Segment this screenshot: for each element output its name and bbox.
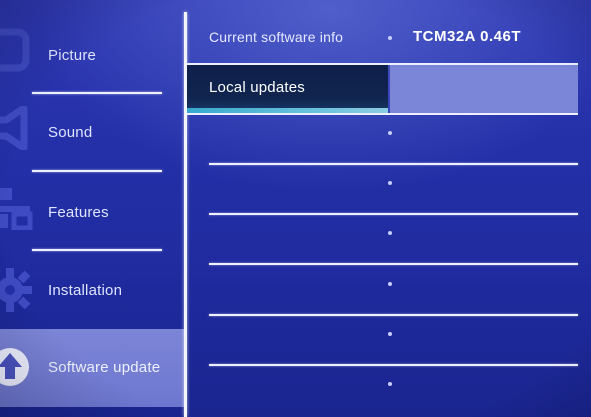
sidebar: Picture Sound Features Installation Soft… — [0, 0, 184, 417]
sidebar-item-label: Installation — [48, 282, 123, 299]
local-updates-value-box — [390, 65, 578, 113]
sidebar-item-installation[interactable]: Installation — [0, 252, 184, 330]
list-item[interactable] — [209, 115, 578, 165]
list-item[interactable] — [209, 366, 578, 406]
sidebar-item-sound[interactable]: Sound — [0, 92, 184, 172]
list-item[interactable] — [209, 165, 578, 215]
sidebar-item-software-update[interactable]: Software update — [0, 329, 184, 407]
gear-icon — [0, 268, 32, 312]
bullet-dot-icon — [388, 382, 392, 386]
features-icon — [0, 188, 33, 230]
sidebar-item-features[interactable]: Features — [0, 172, 184, 251]
bullet-dot-icon — [388, 131, 392, 135]
bullet-dot-icon — [388, 332, 392, 336]
sidebar-item-label: Sound — [48, 124, 93, 141]
local-updates-highlight: Local updates — [187, 65, 388, 113]
sidebar-item-picture[interactable]: Picture — [0, 10, 184, 94]
local-updates-label: Local updates — [209, 79, 306, 96]
local-updates-row[interactable]: Local updates — [187, 65, 578, 113]
tv-menu-screen: Picture Sound Features Installation Soft… — [0, 0, 591, 417]
current-software-version: TCM32A 0.46T — [413, 28, 521, 45]
speaker-icon — [0, 106, 28, 150]
row-separator — [209, 263, 578, 265]
sidebar-item-label: Software update — [48, 359, 161, 376]
sidebar-item-label: Picture — [48, 47, 97, 64]
bullet-dot-icon — [388, 181, 392, 185]
sidebar-item-label: Features — [48, 204, 109, 221]
current-software-info-label: Current software info — [209, 29, 344, 45]
sidebar-separator — [32, 249, 162, 251]
bullet-dot-icon — [388, 282, 392, 286]
list-item[interactable] — [209, 316, 578, 366]
bullet-dot-icon — [388, 36, 392, 40]
list-item[interactable] — [209, 266, 578, 316]
list-item[interactable] — [209, 215, 578, 265]
picture-icon — [0, 28, 30, 72]
software-update-icon — [0, 348, 29, 386]
current-software-info-row[interactable]: Current software info TCM32A 0.46T — [187, 22, 591, 52]
software-update-panel: Current software info TCM32A 0.46T Local… — [187, 0, 591, 417]
bullet-dot-icon — [388, 231, 392, 235]
